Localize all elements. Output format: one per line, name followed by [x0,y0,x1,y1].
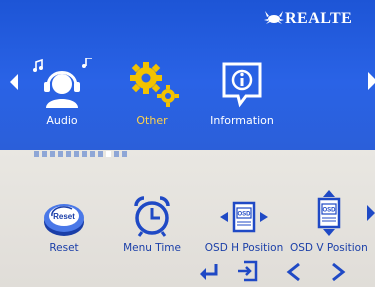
submenu-item-menu-time[interactable]: Menu Time [122,196,182,258]
page-indicator [34,142,130,161]
menu-item-label: Audio [46,114,78,127]
menu-item-label: Other [136,114,168,127]
info-icon [222,62,262,108]
page-dot [34,151,39,157]
headphones-music-icon [33,58,92,108]
svg-text:Reset: Reset [53,212,75,221]
osd-v-position-icon: OSD [317,190,341,236]
submenu-item-osd-v-position[interactable]: OSD OSD V Position [290,190,368,258]
scroll-right-arrow[interactable] [368,72,375,90]
crab-logo-icon [262,8,286,30]
svg-text:OSD: OSD [322,208,336,214]
osd-h-position-icon: OSD [220,201,268,233]
alarm-clock-icon [134,196,170,237]
svg-text:OSD: OSD [237,212,251,218]
scroll-left-arrow[interactable] [10,74,18,90]
gears-icon [130,62,179,107]
page-dot-active [106,151,111,157]
page-dot [114,151,119,157]
left-arrow-icon[interactable] [286,262,302,282]
page-dot [58,151,63,157]
menu-item-information[interactable]: Information [206,58,278,130]
page-dot [122,151,127,157]
page-dot [42,151,47,157]
page-dot [74,151,79,157]
menu-item-other[interactable]: Other [120,58,184,130]
submenu-item-reset[interactable]: Reset Reset [36,198,92,258]
submenu-right-arrow[interactable] [367,205,375,221]
submenu-item-osd-h-position[interactable]: OSD OSD H Position [204,198,284,258]
page-dot [82,151,87,157]
brand-name: REALTE [285,10,353,27]
exit-icon[interactable] [236,260,258,282]
reset-icon: Reset [44,204,84,236]
right-arrow-icon[interactable] [330,262,346,282]
enter-icon[interactable] [198,262,220,282]
menu-item-label: Information [210,114,274,127]
page-dot [90,151,95,157]
submenu-item-label: Menu Time [123,242,181,254]
submenu-item-label: OSD V Position [290,242,368,254]
page-dot [98,151,103,157]
page-dot [50,151,55,157]
menu-item-audio[interactable]: Audio [28,58,96,130]
submenu-item-label: Reset [49,242,79,254]
submenu-item-label: OSD H Position [204,242,284,254]
page-dot [66,151,71,157]
